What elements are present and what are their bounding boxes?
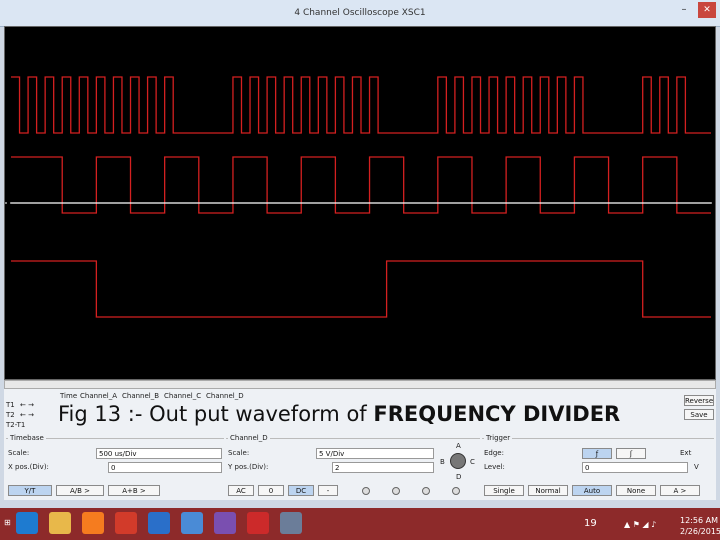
reverse-button[interactable]: Reverse <box>684 395 714 406</box>
trigger-edge-label: Edge: <box>484 449 504 457</box>
trigger-level-field[interactable]: 0 <box>582 462 688 473</box>
trigger-source-button[interactable]: A > <box>660 485 700 496</box>
radio-d[interactable] <box>452 487 460 495</box>
channel-scale-field[interactable]: 5 V/Div <box>316 448 434 459</box>
col-header-time: Time <box>60 392 78 400</box>
caption-prefix: Fig 13 :- Out put waveform of <box>58 402 374 426</box>
single-button[interactable]: Single <box>484 485 524 496</box>
close-button[interactable]: ✕ <box>698 2 716 18</box>
knob-label-b: B <box>440 458 445 466</box>
yt-button[interactable]: Y/T <box>8 485 52 496</box>
waveform-trace-row2 <box>11 156 711 214</box>
channel-scale-label: Scale: <box>228 449 250 457</box>
channel-group-title: Channel_D <box>228 434 270 442</box>
pdf-icon[interactable] <box>247 512 269 534</box>
cursor-label-delta: T2-T1 <box>6 421 26 429</box>
a-plus-b-button[interactable]: A+B > <box>108 485 160 496</box>
channel-ypos-field[interactable]: 2 <box>332 462 434 473</box>
window-title: 4 Channel Oscilloscope XSC1 <box>294 8 426 18</box>
knob-label-d: D <box>456 473 462 481</box>
timebase-group-title: Timebase <box>8 434 46 442</box>
video-icon[interactable] <box>148 512 170 534</box>
edge-icon[interactable] <box>214 512 236 534</box>
waveform-trace-row1 <box>11 76 711 134</box>
timebase-xpos-field[interactable]: 0 <box>108 462 222 473</box>
timebase-xpos-label: X pos.(Div): <box>8 463 49 471</box>
col-header-channel-b: Channel_B <box>122 392 160 400</box>
media-icon[interactable] <box>115 512 137 534</box>
minimize-icon[interactable]: – <box>678 4 690 18</box>
horizontal-scrollbar[interactable] <box>4 380 716 389</box>
minus-button[interactable]: - <box>318 485 338 496</box>
channel-select-knob[interactable] <box>450 453 466 469</box>
falling-edge-button[interactable]: ʃ <box>616 448 646 459</box>
page-number: 19 <box>584 518 597 529</box>
figure-caption: Fig 13 :- Out put waveform of FREQUENCY … <box>58 402 620 426</box>
radio-c[interactable] <box>422 487 430 495</box>
settings-icon[interactable] <box>181 512 203 534</box>
firefox-icon[interactable] <box>82 512 104 534</box>
trigger-unit-label: V <box>694 463 699 471</box>
save-button[interactable]: Save <box>684 409 714 420</box>
cursor-t2-arrows[interactable]: ← → <box>20 411 34 419</box>
caption-bold: FREQUENCY DIVIDER <box>373 402 621 426</box>
timebase-scale-field[interactable]: 500 us/Div <box>96 448 222 459</box>
auto-button[interactable]: Auto <box>572 485 612 496</box>
cursor-label-t2: T2 <box>6 411 15 419</box>
trigger-group-title: Trigger <box>484 434 513 442</box>
cursor-label-t1: T1 <box>6 401 15 409</box>
none-button[interactable]: None <box>616 485 656 496</box>
radio-b[interactable] <box>392 487 400 495</box>
clock-time[interactable]: 12:56 AM <box>680 516 718 525</box>
rising-edge-button[interactable]: ƒ <box>582 448 612 459</box>
waveform-trace-row4 <box>11 260 711 318</box>
radio-a[interactable] <box>362 487 370 495</box>
normal-button[interactable]: Normal <box>528 485 568 496</box>
channel-ypos-label: Y pos.(Div): <box>228 463 269 471</box>
col-header-channel-c: Channel_C <box>164 392 202 400</box>
col-header-channel-a: Channel_A <box>80 392 118 400</box>
oscilloscope-screen <box>4 26 716 380</box>
taskbar: ⊞ ▲ ⚑ ◢ ♪ 12:56 AM 2/26/2015 <box>0 508 720 540</box>
window-titlebar: 4 Channel Oscilloscope XSC1 – ✕ <box>0 0 720 27</box>
app-icon[interactable] <box>280 512 302 534</box>
dc-button[interactable]: DC <box>288 485 314 496</box>
trigger-group <box>482 438 714 439</box>
cursor-t1-arrows[interactable]: ← → <box>20 401 34 409</box>
knob-label-a: A <box>456 442 461 450</box>
tray-icons[interactable]: ▲ ⚑ ◢ ♪ <box>624 520 656 529</box>
zero-button[interactable]: 0 <box>258 485 284 496</box>
col-header-channel-d: Channel_D <box>206 392 244 400</box>
clock-date[interactable]: 2/26/2015 <box>680 527 720 536</box>
knob-label-c: C <box>470 458 475 466</box>
waveform-display <box>5 76 715 318</box>
ie-icon[interactable] <box>16 512 38 534</box>
ac-button[interactable]: AC <box>228 485 254 496</box>
start-icon[interactable]: ⊞ <box>4 518 11 527</box>
ab-button[interactable]: A/B > <box>56 485 104 496</box>
trigger-ext-label: Ext <box>680 449 692 457</box>
file-explorer-icon[interactable] <box>49 512 71 534</box>
timebase-scale-label: Scale: <box>8 449 30 457</box>
trigger-level-label: Level: <box>484 463 505 471</box>
